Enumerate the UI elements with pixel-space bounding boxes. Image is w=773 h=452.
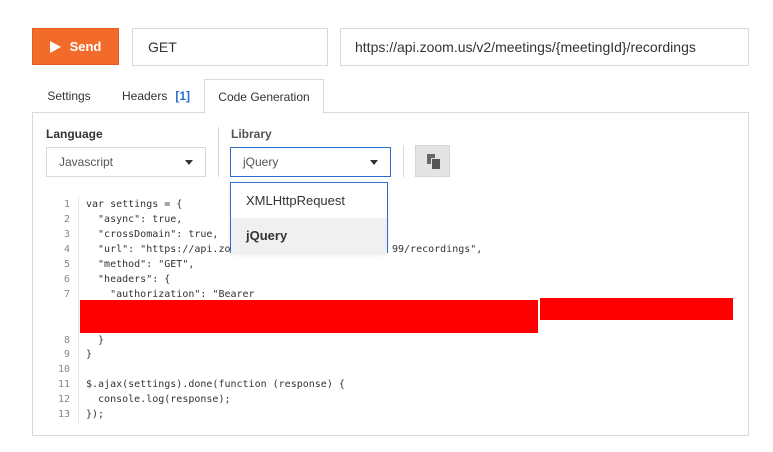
tab-code-generation[interactable]: Code Generation (204, 79, 324, 114)
line-number: 8 (63, 335, 70, 346)
line-number: 1 (63, 199, 70, 210)
redacted-token (540, 298, 733, 320)
tab-headers-label: Headers (121, 89, 168, 103)
line-number: 9 (63, 349, 70, 360)
library-select[interactable]: jQuery (230, 147, 391, 177)
code-line-tail: 99/recordings", (392, 244, 483, 255)
copy-code-button[interactable] (415, 145, 450, 177)
tab-headers[interactable]: Headers [1] (109, 79, 203, 113)
code-line: "crossDomain": true, (86, 229, 219, 240)
code-line: } (86, 335, 105, 346)
headers-count-badge: [1] (175, 89, 191, 103)
line-number: 11 (57, 379, 70, 390)
send-button[interactable]: Send (32, 28, 119, 65)
line-number: 10 (57, 364, 70, 375)
gutter-divider (78, 197, 79, 423)
url-input[interactable]: https://api.zoom.us/v2/meetings/{meeting… (340, 28, 749, 66)
tab-code-generation-label: Code Generation (218, 90, 310, 104)
line-number: 6 (63, 274, 70, 285)
code-line: $.ajax(settings).done(function (response… (86, 379, 345, 390)
copy-icon (426, 154, 440, 169)
method-input[interactable]: GET (132, 28, 328, 66)
line-number: 2 (63, 214, 70, 225)
line-number: 3 (63, 229, 70, 240)
code-line: "method": "GET", (86, 259, 195, 270)
chevron-down-icon (185, 160, 193, 165)
code-line: console.log(response); (86, 394, 231, 405)
code-line: } (86, 349, 93, 360)
line-number: 5 (63, 259, 70, 270)
library-dropdown-menu: XMLHttpRequest jQuery (230, 182, 388, 253)
line-number: 13 (57, 409, 70, 420)
divider (403, 145, 404, 177)
library-label: Library (231, 127, 272, 141)
language-select-value: Javascript (59, 155, 114, 169)
divider (218, 127, 219, 177)
language-select[interactable]: Javascript (46, 147, 206, 177)
line-number: 12 (57, 394, 70, 405)
code-line: }); (86, 409, 105, 420)
code-line: "headers": { (86, 274, 171, 285)
code-line: "authorization": "Bearer (86, 289, 255, 300)
code-line: var settings = { (86, 199, 183, 210)
library-select-value: jQuery (243, 155, 279, 169)
send-icon (49, 41, 61, 53)
code-line: "async": true, (86, 214, 183, 225)
dropdown-option-xmlhttprequest[interactable]: XMLHttpRequest (231, 183, 387, 218)
chevron-down-icon (370, 160, 378, 165)
code-line: "url": "https://api.zo (86, 244, 231, 255)
language-label: Language (46, 127, 103, 141)
tab-settings-label: Settings (47, 89, 91, 103)
tab-settings[interactable]: Settings (32, 79, 106, 113)
redacted-token (80, 300, 538, 333)
line-number: 4 (63, 244, 70, 255)
send-label: Send (69, 39, 102, 54)
line-number: 7 (63, 289, 70, 300)
dropdown-option-jquery[interactable]: jQuery (231, 218, 387, 253)
